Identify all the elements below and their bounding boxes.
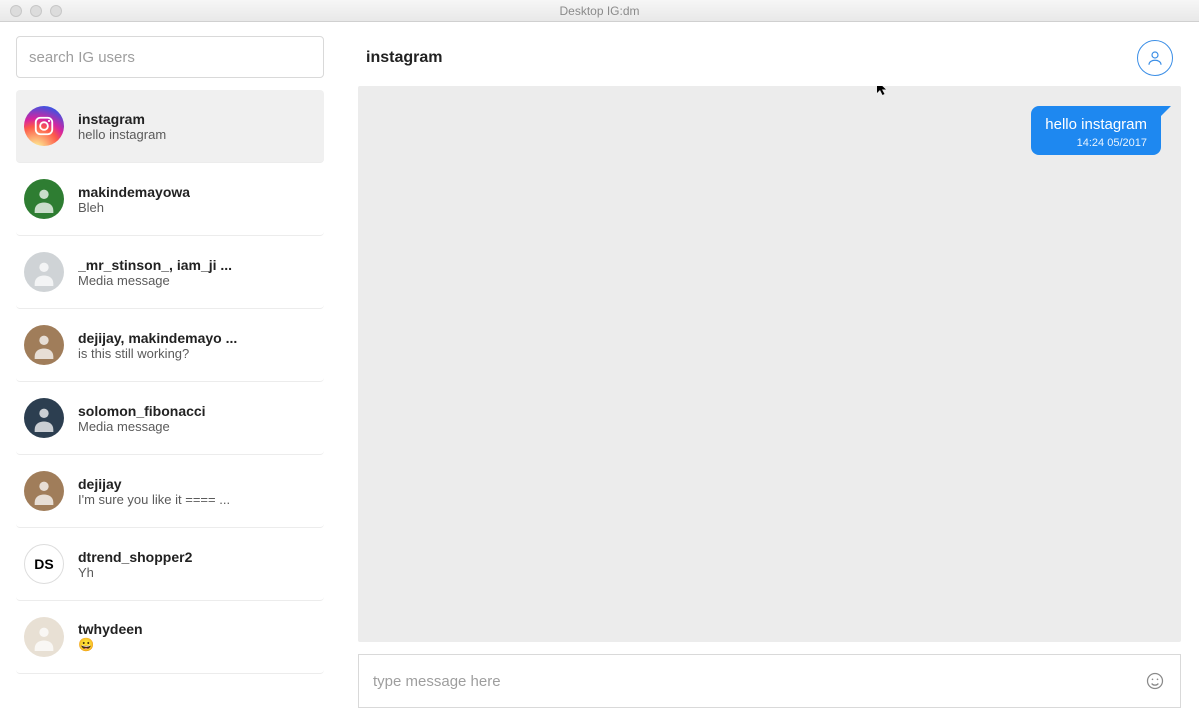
thread-name: twhydeen — [78, 621, 143, 637]
chat-body[interactable]: hello instagram 14:24 05/2017 — [358, 86, 1181, 642]
avatar — [24, 325, 64, 365]
emoji-button[interactable] — [1144, 670, 1166, 692]
avatar — [24, 398, 64, 438]
cursor-icon — [875, 86, 891, 96]
thread-name: dejijay, makindemayo ... — [78, 330, 237, 346]
avatar — [24, 252, 64, 292]
chat-header: instagram — [358, 22, 1181, 86]
thread-name: dejijay — [78, 476, 230, 492]
window-title: Desktop IG:dm — [0, 4, 1199, 18]
avatar — [24, 471, 64, 511]
thread-item[interactable]: dejijay, makindemayo ...is this still wo… — [16, 309, 324, 382]
sidebar: instagramhello instagrammakindemayowaBle… — [0, 22, 340, 726]
profile-button[interactable] — [1137, 40, 1173, 76]
message-bubble: hello instagram 14:24 05/2017 — [1031, 106, 1161, 155]
chat-pane: instagram hello instagram 14:24 05/2017 — [340, 22, 1199, 726]
thread-item[interactable]: dejijayI'm sure you like it ==== ... — [16, 455, 324, 528]
thread-preview: Media message — [78, 273, 232, 288]
thread-item[interactable]: instagramhello instagram — [16, 90, 324, 163]
traffic-lights — [0, 5, 62, 17]
window-titlebar: Desktop IG:dm — [0, 0, 1199, 22]
thread-name: dtrend_shopper2 — [78, 549, 192, 565]
message-input[interactable] — [373, 673, 1134, 690]
thread-name: instagram — [78, 111, 166, 127]
thread-name: solomon_fibonacci — [78, 403, 206, 419]
message-text: hello instagram — [1045, 116, 1147, 133]
avatar — [24, 617, 64, 657]
thread-preview: Bleh — [78, 200, 190, 215]
minimize-window-button[interactable] — [30, 5, 42, 17]
thread-preview: Media message — [78, 419, 206, 434]
thread-preview: Yh — [78, 565, 192, 580]
avatar: DS — [24, 544, 64, 584]
thread-item[interactable]: _mr_stinson_, iam_ji ...Media message — [16, 236, 324, 309]
thread-preview: is this still working? — [78, 346, 237, 361]
thread-name: _mr_stinson_, iam_ji ... — [78, 257, 232, 273]
message-composer — [358, 654, 1181, 708]
avatar — [24, 106, 64, 146]
thread-name: makindemayowa — [78, 184, 190, 200]
app-root: instagramhello instagrammakindemayowaBle… — [0, 22, 1199, 726]
message-row: hello instagram 14:24 05/2017 — [378, 106, 1161, 155]
thread-item[interactable]: DS dtrend_shopper2Yh — [16, 528, 324, 601]
person-icon — [1146, 49, 1164, 67]
thread-item[interactable]: makindemayowaBleh — [16, 163, 324, 236]
message-timestamp: 14:24 05/2017 — [1045, 137, 1147, 149]
close-window-button[interactable] — [10, 5, 22, 17]
thread-item[interactable]: solomon_fibonacciMedia message — [16, 382, 324, 455]
thread-preview: I'm sure you like it ==== ... — [78, 492, 230, 507]
thread-preview: 😀 — [78, 637, 143, 653]
emoji-icon — [1145, 671, 1165, 691]
search-input[interactable] — [16, 36, 324, 78]
thread-list[interactable]: instagramhello instagrammakindemayowaBle… — [0, 90, 340, 726]
thread-item[interactable]: twhydeen😀 — [16, 601, 324, 674]
chat-title: instagram — [366, 49, 442, 67]
maximize-window-button[interactable] — [50, 5, 62, 17]
avatar — [24, 179, 64, 219]
thread-preview: hello instagram — [78, 127, 166, 142]
